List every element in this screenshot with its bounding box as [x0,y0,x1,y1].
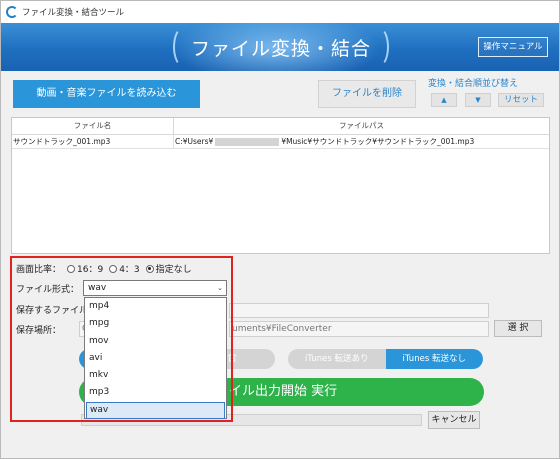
table-row[interactable]: サウンドトラック_001.mp3 C:¥Users¥ ¥Music¥サウンドトラッ… [12,135,549,149]
itunes-transfer-off[interactable]: iTunes 転送なし [385,349,483,369]
banner-bracket-right [369,27,389,67]
cell-filename: サウンドトラック_001.mp3 [12,135,174,148]
reorder-label: 変換・結合順並び替え [428,79,519,89]
move-down-button[interactable]: ▼ [465,93,491,107]
up-arrow-icon: ▲ [441,96,447,104]
header-banner: ファイル変換・結合 [1,23,559,71]
app-window: ファイル変換・結合ツール ファイル変換・結合 操作マニュアル 動画・音楽ファイル… [0,0,560,459]
itunes-transfer-on[interactable]: iTunes 転送あり [288,349,386,369]
filepath-start: C:¥Users¥ [175,137,214,146]
redacted-username [215,138,280,146]
delete-file-button[interactable]: ファイルを削除 [318,80,416,108]
table-header: ファイル名 ファイルパス [12,118,549,135]
load-files-button[interactable]: 動画・音楽ファイルを読み込む [13,80,200,108]
file-table[interactable]: ファイル名 ファイルパス サウンドトラック_001.mp3 C:¥Users¥ ¥… [11,117,550,254]
highlight-annotation-box [10,256,233,422]
app-refresh-icon [6,6,18,18]
filepath-end: ¥Music¥サウンドトラック¥サウンドトラック_001.mp3 [281,137,475,146]
window-title: ファイル変換・結合ツール [22,8,125,18]
cell-filepath: C:¥Users¥ ¥Music¥サウンドトラック¥サウンドトラック_001.mp… [174,135,549,148]
title-bar: ファイル変換・結合ツール [1,1,559,23]
column-header-filepath[interactable]: ファイルパス [174,118,549,134]
banner-title: ファイル変換・結合 [191,38,372,60]
cancel-button[interactable]: キャンセル [428,411,480,429]
save-file-input[interactable] [229,303,489,318]
execute-label: イル出力開始 実行 [229,384,338,399]
reset-order-button[interactable]: リセット [498,93,544,107]
column-header-filename[interactable]: ファイル名 [12,118,174,134]
move-up-button[interactable]: ▲ [431,93,457,107]
manual-button[interactable]: 操作マニュアル [478,37,548,57]
save-location-input[interactable]: uments¥FileConverter [229,321,489,337]
browse-button[interactable]: 選 択 [494,320,542,337]
down-arrow-icon: ▼ [475,96,481,104]
itunes-toggle[interactable]: iTunes 転送あり iTunes 転送なし [288,349,483,369]
banner-bracket-left [173,27,193,67]
